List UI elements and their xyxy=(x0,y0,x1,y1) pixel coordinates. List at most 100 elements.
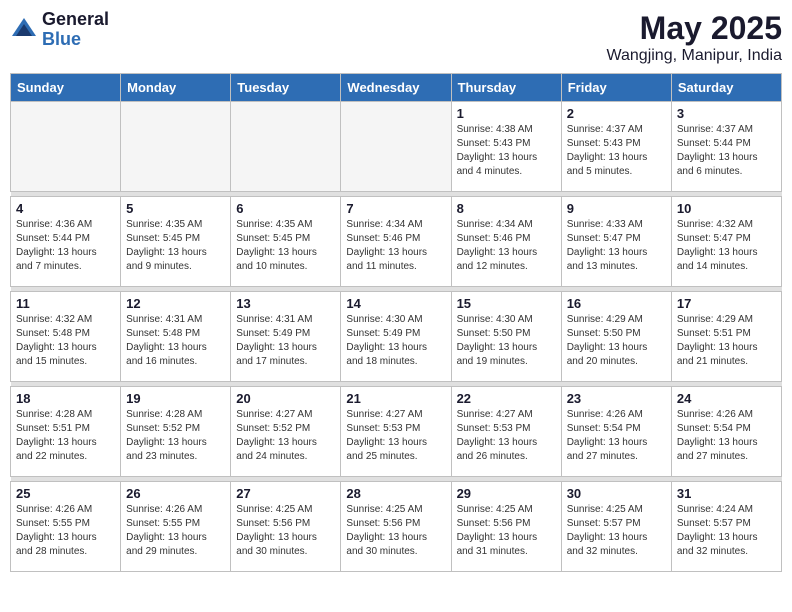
day-number: 30 xyxy=(567,486,666,501)
day-info: Sunrise: 4:25 AM Sunset: 5:56 PM Dayligh… xyxy=(236,503,335,559)
calendar-day-cell: 23 Sunrise: 4:26 AM Sunset: 5:54 PM Dayli… xyxy=(561,387,671,477)
calendar-week-row: 25 Sunrise: 4:26 AM Sunset: 5:55 PM Dayli… xyxy=(11,482,782,572)
day-info: Sunrise: 4:26 AM Sunset: 5:54 PM Dayligh… xyxy=(677,408,776,464)
day-info: Sunrise: 4:37 AM Sunset: 5:43 PM Dayligh… xyxy=(567,123,666,179)
day-number: 29 xyxy=(457,486,556,501)
day-number: 24 xyxy=(677,391,776,406)
day-number: 7 xyxy=(346,201,445,216)
calendar-day-cell: 26 Sunrise: 4:26 AM Sunset: 5:55 PM Dayli… xyxy=(121,482,231,572)
weekday-header: Thursday xyxy=(451,74,561,102)
day-number: 19 xyxy=(126,391,225,406)
day-info: Sunrise: 4:30 AM Sunset: 5:49 PM Dayligh… xyxy=(346,313,445,369)
calendar-header-row: SundayMondayTuesdayWednesdayThursdayFrid… xyxy=(11,74,782,102)
day-number: 22 xyxy=(457,391,556,406)
logo: General Blue xyxy=(10,10,109,50)
calendar-day-cell: 2 Sunrise: 4:37 AM Sunset: 5:43 PM Daylig… xyxy=(561,102,671,192)
day-number: 11 xyxy=(16,296,115,311)
day-info: Sunrise: 4:38 AM Sunset: 5:43 PM Dayligh… xyxy=(457,123,556,179)
calendar-day-cell: 10Sunrise: 4:32 AM Sunset: 5:47 PM Dayli… xyxy=(671,197,781,287)
calendar-day-cell: 28 Sunrise: 4:25 AM Sunset: 5:56 PM Dayli… xyxy=(341,482,451,572)
calendar-day-cell: 1Sunrise: 4:38 AM Sunset: 5:43 PM Daylig… xyxy=(451,102,561,192)
month-year: May 2025 xyxy=(606,10,782,47)
calendar-day-cell: 6 Sunrise: 4:35 AM Sunset: 5:45 PM Daylig… xyxy=(231,197,341,287)
day-info: Sunrise: 4:29 AM Sunset: 5:51 PM Dayligh… xyxy=(677,313,776,369)
logo-blue: Blue xyxy=(42,30,109,50)
weekday-header: Wednesday xyxy=(341,74,451,102)
day-info: Sunrise: 4:26 AM Sunset: 5:55 PM Dayligh… xyxy=(126,503,225,559)
day-info: Sunrise: 4:28 AM Sunset: 5:51 PM Dayligh… xyxy=(16,408,115,464)
day-info: Sunrise: 4:34 AM Sunset: 5:46 PM Dayligh… xyxy=(457,218,556,274)
calendar-day-cell: 8 Sunrise: 4:34 AM Sunset: 5:46 PM Daylig… xyxy=(451,197,561,287)
day-info: Sunrise: 4:34 AM Sunset: 5:46 PM Dayligh… xyxy=(346,218,445,274)
calendar-day-cell: 24 Sunrise: 4:26 AM Sunset: 5:54 PM Dayli… xyxy=(671,387,781,477)
day-number: 6 xyxy=(236,201,335,216)
day-number: 28 xyxy=(346,486,445,501)
day-number: 2 xyxy=(567,106,666,121)
day-number: 20 xyxy=(236,391,335,406)
calendar-day-cell: 9Sunrise: 4:33 AM Sunset: 5:47 PM Daylig… xyxy=(561,197,671,287)
day-number: 25 xyxy=(16,486,115,501)
day-number: 31 xyxy=(677,486,776,501)
day-number: 3 xyxy=(677,106,776,121)
day-info: Sunrise: 4:25 AM Sunset: 5:56 PM Dayligh… xyxy=(346,503,445,559)
calendar-day-cell: 30 Sunrise: 4:25 AM Sunset: 5:57 PM Dayli… xyxy=(561,482,671,572)
day-info: Sunrise: 4:32 AM Sunset: 5:48 PM Dayligh… xyxy=(16,313,115,369)
day-info: Sunrise: 4:31 AM Sunset: 5:48 PM Dayligh… xyxy=(126,313,225,369)
calendar-day-cell: 5Sunrise: 4:35 AM Sunset: 5:45 PM Daylig… xyxy=(121,197,231,287)
calendar-day-cell: 4 Sunrise: 4:36 AM Sunset: 5:44 PM Daylig… xyxy=(11,197,121,287)
day-number: 16 xyxy=(567,296,666,311)
weekday-header: Monday xyxy=(121,74,231,102)
day-number: 4 xyxy=(16,201,115,216)
day-info: Sunrise: 4:24 AM Sunset: 5:57 PM Dayligh… xyxy=(677,503,776,559)
calendar-day-cell: 14Sunrise: 4:30 AM Sunset: 5:49 PM Dayli… xyxy=(341,292,451,382)
day-info: Sunrise: 4:31 AM Sunset: 5:49 PM Dayligh… xyxy=(236,313,335,369)
day-number: 27 xyxy=(236,486,335,501)
calendar-day-cell: 11 Sunrise: 4:32 AM Sunset: 5:48 PM Dayli… xyxy=(11,292,121,382)
calendar-day-cell xyxy=(231,102,341,192)
day-info: Sunrise: 4:35 AM Sunset: 5:45 PM Dayligh… xyxy=(236,218,335,274)
day-info: Sunrise: 4:32 AM Sunset: 5:47 PM Dayligh… xyxy=(677,218,776,274)
logo-general: General xyxy=(42,10,109,30)
calendar-day-cell: 27 Sunrise: 4:25 AM Sunset: 5:56 PM Dayli… xyxy=(231,482,341,572)
day-info: Sunrise: 4:26 AM Sunset: 5:55 PM Dayligh… xyxy=(16,503,115,559)
day-info: Sunrise: 4:35 AM Sunset: 5:45 PM Dayligh… xyxy=(126,218,225,274)
calendar-week-row: 18 Sunrise: 4:28 AM Sunset: 5:51 PM Dayli… xyxy=(11,387,782,477)
calendar-day-cell: 3Sunrise: 4:37 AM Sunset: 5:44 PM Daylig… xyxy=(671,102,781,192)
calendar-day-cell: 22Sunrise: 4:27 AM Sunset: 5:53 PM Dayli… xyxy=(451,387,561,477)
calendar-day-cell: 16 Sunrise: 4:29 AM Sunset: 5:50 PM Dayli… xyxy=(561,292,671,382)
location: Wangjing, Manipur, India xyxy=(606,47,782,65)
calendar-day-cell: 31 Sunrise: 4:24 AM Sunset: 5:57 PM Dayli… xyxy=(671,482,781,572)
day-info: Sunrise: 4:29 AM Sunset: 5:50 PM Dayligh… xyxy=(567,313,666,369)
weekday-header: Tuesday xyxy=(231,74,341,102)
calendar-day-cell: 13Sunrise: 4:31 AM Sunset: 5:49 PM Dayli… xyxy=(231,292,341,382)
calendar-day-cell: 29Sunrise: 4:25 AM Sunset: 5:56 PM Dayli… xyxy=(451,482,561,572)
logo-text: General Blue xyxy=(42,10,109,50)
calendar-day-cell: 21Sunrise: 4:27 AM Sunset: 5:53 PM Dayli… xyxy=(341,387,451,477)
day-number: 9 xyxy=(567,201,666,216)
calendar-day-cell: 18 Sunrise: 4:28 AM Sunset: 5:51 PM Dayli… xyxy=(11,387,121,477)
day-info: Sunrise: 4:26 AM Sunset: 5:54 PM Dayligh… xyxy=(567,408,666,464)
calendar-day-cell xyxy=(341,102,451,192)
calendar-day-cell: 12 Sunrise: 4:31 AM Sunset: 5:48 PM Dayli… xyxy=(121,292,231,382)
day-info: Sunrise: 4:36 AM Sunset: 5:44 PM Dayligh… xyxy=(16,218,115,274)
day-number: 23 xyxy=(567,391,666,406)
day-info: Sunrise: 4:25 AM Sunset: 5:57 PM Dayligh… xyxy=(567,503,666,559)
day-info: Sunrise: 4:27 AM Sunset: 5:53 PM Dayligh… xyxy=(346,408,445,464)
calendar-day-cell xyxy=(11,102,121,192)
calendar-day-cell: 19 Sunrise: 4:28 AM Sunset: 5:52 PM Dayli… xyxy=(121,387,231,477)
calendar-table: SundayMondayTuesdayWednesdayThursdayFrid… xyxy=(10,73,782,572)
calendar-week-row: 11 Sunrise: 4:32 AM Sunset: 5:48 PM Dayli… xyxy=(11,292,782,382)
calendar-day-cell: 15Sunrise: 4:30 AM Sunset: 5:50 PM Dayli… xyxy=(451,292,561,382)
title-section: May 2025 Wangjing, Manipur, India xyxy=(606,10,782,65)
day-number: 18 xyxy=(16,391,115,406)
day-info: Sunrise: 4:27 AM Sunset: 5:52 PM Dayligh… xyxy=(236,408,335,464)
calendar-day-cell: 25 Sunrise: 4:26 AM Sunset: 5:55 PM Dayli… xyxy=(11,482,121,572)
calendar-day-cell: 20 Sunrise: 4:27 AM Sunset: 5:52 PM Dayli… xyxy=(231,387,341,477)
day-info: Sunrise: 4:28 AM Sunset: 5:52 PM Dayligh… xyxy=(126,408,225,464)
page-header: General Blue May 2025 Wangjing, Manipur,… xyxy=(10,10,782,65)
day-number: 17 xyxy=(677,296,776,311)
day-number: 26 xyxy=(126,486,225,501)
day-number: 8 xyxy=(457,201,556,216)
day-number: 12 xyxy=(126,296,225,311)
calendar-week-row: 1Sunrise: 4:38 AM Sunset: 5:43 PM Daylig… xyxy=(11,102,782,192)
